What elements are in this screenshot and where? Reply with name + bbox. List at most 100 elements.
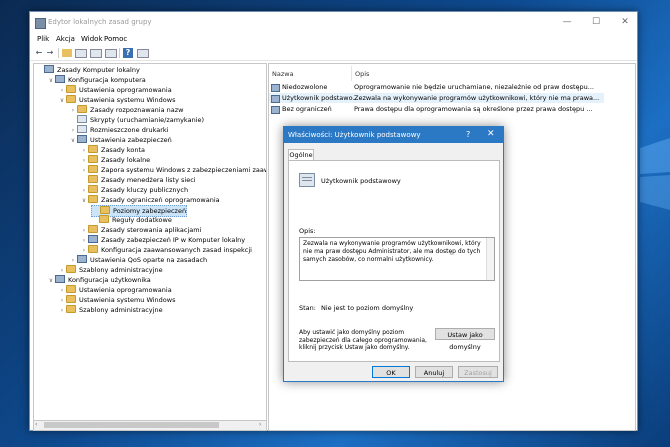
document-icon — [77, 125, 87, 133]
folder-icon — [88, 195, 98, 203]
security-level-icon — [271, 95, 280, 103]
folder-icon — [88, 165, 98, 173]
tree-node[interactable]: Skrypty (uruchamianie/zamykanie) — [69, 115, 204, 125]
menu-help[interactable]: Pomoc — [104, 35, 127, 43]
column-separator[interactable] — [351, 66, 352, 81]
folder-icon — [88, 245, 98, 253]
tree-node[interactable]: › Zasady zabezpieczeń IP w Komputer lokal… — [80, 235, 245, 245]
folder-icon — [100, 206, 110, 214]
tree-node-label: Skrypty (uruchamianie/zamykanie) — [90, 116, 205, 124]
list-row[interactable]: Niedozwolone Oprogramowanie nie będzie ur… — [269, 82, 604, 92]
list-row[interactable]: Bez ograniczeń Prawa dostępu dla oprogram… — [269, 104, 604, 114]
console-icon[interactable] — [137, 49, 149, 58]
set-default-button[interactable]: Ustaw jako domyślny — [435, 328, 495, 351]
policy-icon — [88, 235, 98, 243]
folder-icon — [99, 215, 109, 223]
minimize-button[interactable]: — — [556, 16, 578, 28]
help-icon[interactable]: ? — [123, 48, 133, 58]
up-folder-icon[interactable] — [62, 49, 72, 57]
tree-node[interactable]: Reguły dodatkowe — [91, 215, 172, 225]
tree-node[interactable]: ∨ Ustawienia systemu Windows — [58, 95, 175, 105]
tree-node[interactable]: › Ustawienia QoS oparte na zasadach — [69, 255, 207, 265]
description-textbox[interactable]: Zezwala na wykonywanie programów użytkow… — [299, 237, 495, 281]
window-title: Edytor lokalnych zasad grupy — [48, 18, 152, 26]
tree-node[interactable]: ∨ Zasady ograniczeń oprogramowania — [80, 195, 220, 205]
tree-node[interactable]: › Zasady konta — [80, 145, 145, 155]
tree-node[interactable]: › Szablony administracyjne — [58, 305, 163, 315]
description-scrollbar[interactable] — [486, 238, 494, 280]
dialog-title: Właściwości: Użytkownik podstawowy — [288, 131, 421, 139]
tree-node[interactable]: › Zasady sterowania aplikacjami — [80, 225, 201, 235]
expanded-chevron-icon[interactable]: ∨ — [80, 196, 88, 206]
list-row[interactable]: Użytkownik podstawo... Zezwala na wykonyw… — [269, 93, 604, 103]
tree-node[interactable]: › Konfiguracja zaawansowanych zasad inspe… — [80, 245, 252, 255]
column-header-description[interactable]: Opis — [355, 68, 369, 80]
tree-node[interactable]: › Szablony administracyjne — [58, 265, 163, 275]
tree-node[interactable]: › Ustawienia oprogramowania — [58, 285, 172, 295]
tree-node[interactable]: › Zapora systemu Windows z zabezpieczenia… — [80, 165, 266, 175]
tree-horizontal-scrollbar[interactable]: ‹ › — [33, 420, 267, 431]
tree-node[interactable]: › Rozmieszczone drukarki — [69, 125, 169, 135]
folder-icon — [88, 185, 98, 193]
tree-node-label: Szablony administracyjne — [79, 306, 163, 314]
status-value: Nie jest to poziom domyślny — [321, 304, 414, 312]
export-list-icon[interactable] — [105, 49, 117, 58]
tree-node-label: Zasady zabezpieczeń IP w Komputer lokaln… — [101, 236, 246, 244]
toolbar-separator — [119, 48, 120, 58]
cancel-button[interactable]: Anuluj — [415, 366, 453, 378]
menu-bar: Plik Akcja Widok Pomoc — [30, 34, 637, 46]
tree-node[interactable]: Zasady menedżera listy sieci — [80, 175, 196, 185]
app-icon — [35, 18, 46, 29]
windows-logo-background — [640, 138, 670, 210]
tree-node[interactable]: › Zasady lokalne — [80, 155, 150, 165]
tree-node[interactable]: › Zasady rozpoznawania nazw — [69, 105, 184, 115]
expanded-chevron-icon[interactable]: ∨ — [47, 276, 55, 286]
menu-action[interactable]: Akcja — [56, 35, 75, 43]
policy-icon — [55, 275, 65, 283]
apply-button[interactable]: Zastosuj — [458, 366, 498, 378]
scroll-left-icon[interactable]: ‹ — [35, 421, 37, 428]
expanded-chevron-icon[interactable]: ∨ — [58, 96, 66, 106]
tree-node-label: Zasady konta — [101, 146, 146, 154]
tree-node-label: Konfiguracja zaawansowanych zasad inspek… — [101, 246, 252, 254]
folder-icon — [66, 85, 76, 93]
tree-node[interactable]: › Ustawienia systemu Windows — [58, 295, 175, 305]
expanded-chevron-icon[interactable]: ∨ — [69, 136, 77, 146]
menu-view[interactable]: Widok — [81, 35, 103, 43]
tree-node[interactable]: › Ustawienia oprogramowania — [58, 85, 172, 95]
maximize-button[interactable]: ☐ — [585, 16, 607, 28]
tree-node[interactable]: ∨ Konfiguracja użytkownika — [47, 275, 151, 285]
dialog-help-button[interactable]: ? — [466, 130, 470, 139]
back-icon[interactable]: ← — [34, 48, 44, 58]
scrollbar-thumb[interactable] — [44, 422, 219, 428]
tree-node-label: Zasady menedżera listy sieci — [101, 176, 196, 184]
forward-icon[interactable]: → — [45, 48, 55, 58]
folder-icon — [66, 295, 76, 303]
folder-icon — [88, 225, 98, 233]
ok-button[interactable]: OK — [372, 366, 410, 378]
list-cell-name: Bez ograniczeń — [282, 105, 332, 113]
tree-node-label: Szablony administracyjne — [79, 266, 163, 274]
folder-icon — [77, 105, 87, 113]
properties-icon[interactable] — [90, 49, 102, 58]
tree-node[interactable]: › Zasady kluczy publicznych — [80, 185, 188, 195]
expanded-chevron-icon[interactable]: ∨ — [47, 76, 55, 86]
dialog-close-button[interactable]: ✕ — [487, 129, 495, 139]
tree-node-label: Reguły dodatkowe — [112, 216, 172, 224]
tree-node[interactable]: ∨ Ustawienia zabezpieczeń — [69, 135, 172, 145]
tree-node[interactable]: ∨ Konfiguracja komputera — [47, 75, 146, 85]
collapsed-chevron-icon[interactable]: › — [58, 306, 66, 316]
security-level-icon — [299, 173, 315, 187]
folder-icon — [88, 175, 98, 183]
scroll-right-icon[interactable]: › — [259, 421, 261, 428]
column-header-name[interactable]: Nazwa — [272, 68, 294, 80]
show-hide-tree-icon[interactable] — [75, 49, 87, 58]
close-button[interactable]: ✕ — [614, 16, 636, 28]
tree-node-label: Ustawienia oprogramowania — [79, 286, 172, 294]
menu-file[interactable]: Plik — [37, 35, 49, 43]
document-icon — [77, 115, 87, 123]
tree-node[interactable]: Zasady Komputer lokalny — [36, 65, 140, 75]
general-panel: Użytkownik podstawowy Opis: Zezwala na w… — [288, 160, 500, 362]
set-default-hint: Aby ustawić jako domyślny poziom zabezpi… — [299, 329, 427, 351]
tree-node-label: Zasady sterowania aplikacjami — [101, 226, 202, 234]
